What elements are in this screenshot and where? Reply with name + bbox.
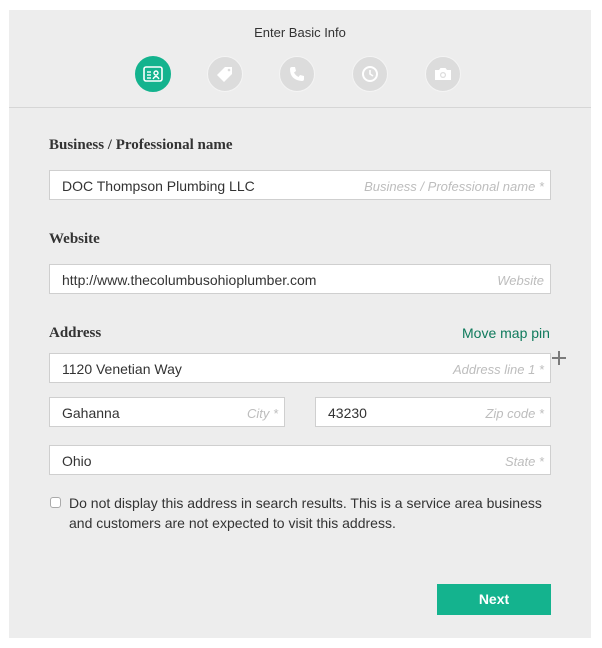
step-header: Enter Basic Info <box>9 10 591 108</box>
address-line1-value: 1120 Venetian Way <box>62 361 182 377</box>
id-card-icon <box>143 66 163 82</box>
website-placeholder: Website <box>497 273 544 288</box>
hide-address-checkbox[interactable] <box>50 497 61 508</box>
form-panel: Enter Basic Info <box>9 10 591 638</box>
city-input[interactable]: Gahanna City * <box>49 397 285 427</box>
state-input[interactable]: Ohio State * <box>49 445 551 475</box>
website-value: http://www.thecolumbusohioplumber.com <box>62 272 317 288</box>
state-value: Ohio <box>62 453 92 469</box>
business-name-placeholder: Business / Professional name * <box>364 179 544 194</box>
city-value: Gahanna <box>62 405 120 421</box>
move-map-pin-link[interactable]: Move map pin <box>462 325 550 341</box>
step-category[interactable] <box>207 56 243 92</box>
address-line1-input[interactable]: 1120 Venetian Way Address line 1 * <box>49 353 551 383</box>
address-line1-placeholder: Address line 1 * <box>452 362 544 377</box>
step-phone[interactable] <box>279 56 315 92</box>
step-photos[interactable] <box>425 56 461 92</box>
city-placeholder: City * <box>246 406 278 421</box>
website-label: Website <box>49 231 100 247</box>
camera-icon <box>435 68 451 80</box>
business-name-value: DOC Thompson Plumbing LLC <box>62 178 255 194</box>
hide-address-text: Do not display this address in search re… <box>69 495 542 531</box>
next-button[interactable]: Next <box>437 584 551 615</box>
zip-value: 43230 <box>328 405 367 421</box>
step-title: Enter Basic Info <box>254 25 346 40</box>
add-address-line-icon[interactable] <box>551 350 567 366</box>
step-basic-info[interactable] <box>135 56 171 92</box>
phone-icon <box>290 67 304 81</box>
business-name-label: Business / Professional name <box>49 137 233 153</box>
tag-icon <box>217 67 232 82</box>
business-name-input[interactable]: DOC Thompson Plumbing LLC Business / Pro… <box>49 170 551 200</box>
zip-placeholder: Zip code * <box>485 406 544 421</box>
clock-icon <box>362 66 378 82</box>
step-hours[interactable] <box>352 56 388 92</box>
website-input[interactable]: http://www.thecolumbusohioplumber.com We… <box>49 264 551 294</box>
zip-input[interactable]: 43230 Zip code * <box>315 397 551 427</box>
address-label: Address <box>49 325 102 341</box>
state-placeholder: State * <box>504 454 544 469</box>
